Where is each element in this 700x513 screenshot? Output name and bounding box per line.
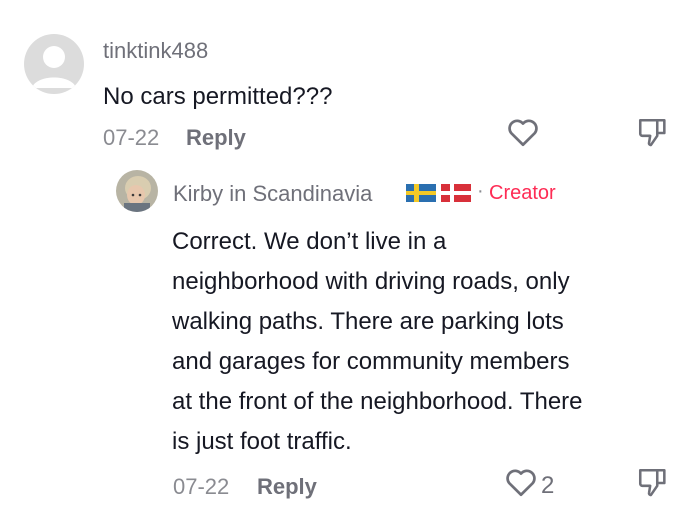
avatar[interactable]: [116, 170, 158, 212]
comment-reply-button[interactable]: Reply: [186, 125, 246, 151]
reply-text: Correct. We don’t live in a neighborhood…: [172, 222, 672, 462]
reply-username[interactable]: Kirby in Scandinavia: [173, 181, 372, 207]
flags: [406, 184, 472, 202]
sweden-flag: [406, 184, 436, 202]
denmark-flag: [441, 184, 471, 202]
reply-text-line: Correct. We don’t live in a: [172, 228, 447, 255]
reply-text-line: at the front of the neighborhood. There: [172, 388, 583, 415]
default-avatar-icon: [32, 46, 76, 88]
reply-text-line: neighborhood with driving roads, only: [172, 268, 570, 295]
comment-username[interactable]: tinktink488: [103, 38, 208, 64]
avatar[interactable]: [24, 34, 84, 94]
like-count: 2: [541, 472, 555, 499]
comment-date: 07-22: [103, 125, 160, 150]
thumb-down-icon[interactable]: [636, 466, 670, 505]
reply-text-line: is just foot traffic.: [172, 428, 352, 455]
comment-text: No cars permitted???: [103, 83, 333, 110]
reply-reply-button[interactable]: Reply: [257, 474, 317, 500]
reply-date: 07-22: [173, 474, 230, 499]
heart-outline-icon[interactable]: [503, 464, 539, 505]
separator-dot: ·: [477, 180, 484, 202]
thumb-down-icon[interactable]: [636, 116, 670, 155]
creator-badge: Creator: [489, 182, 556, 204]
reply-text-line: and garages for community members: [172, 348, 570, 375]
heart-outline-icon[interactable]: [505, 114, 541, 155]
reply-text-line: walking paths. There are parking lots: [172, 308, 564, 335]
